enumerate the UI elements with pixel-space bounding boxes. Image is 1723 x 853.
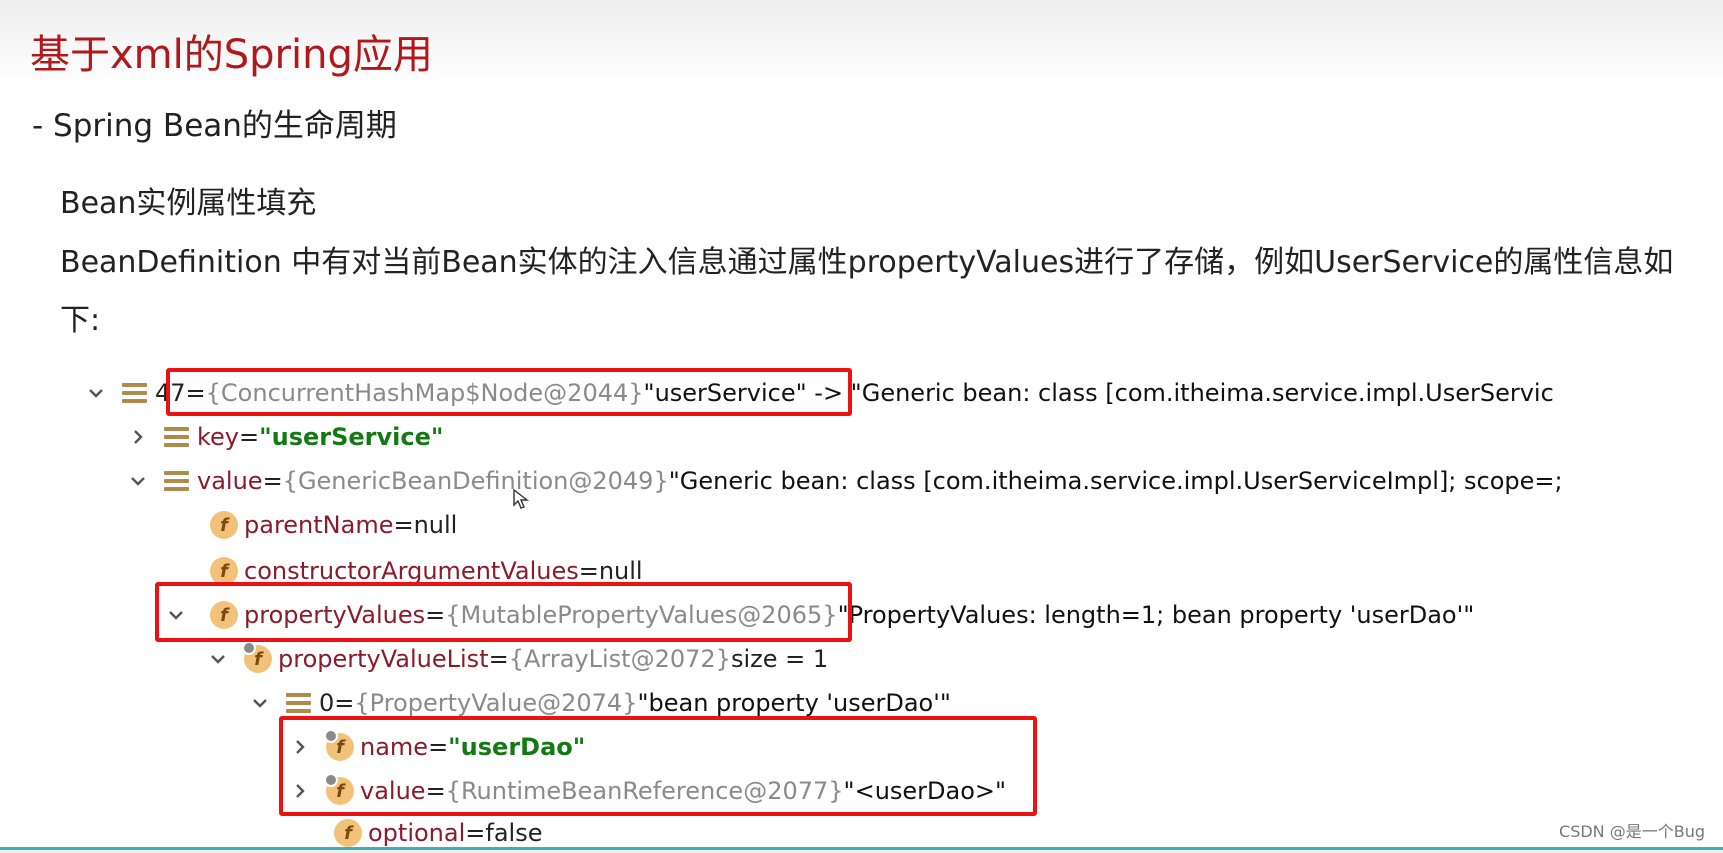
field-value: null <box>413 511 458 539</box>
field-type: {ArrayList@2072} <box>508 645 731 673</box>
element-value: "bean property 'userDao'" <box>637 689 951 717</box>
field-name: value <box>197 467 263 495</box>
field-name: constructorArgumentValues <box>244 557 579 585</box>
field-value: null <box>598 557 643 585</box>
tree-row-list-element[interactable]: 0 = {PropertyValue@2074} "bean property … <box>248 683 951 723</box>
object-icon <box>286 693 311 713</box>
tree-row-bean-reference[interactable]: f value = {RuntimeBeanReference@2077} "<… <box>288 771 1006 811</box>
field-name: optional <box>368 819 466 847</box>
section-heading: Bean实例属性填充 <box>60 186 317 221</box>
object-icon <box>164 427 189 447</box>
field-name: parentName <box>244 511 394 539</box>
equals-sign: = <box>465 819 486 847</box>
tree-row-map-node[interactable]: 47 = {ConcurrentHashMap$Node@2044} "user… <box>84 373 1554 413</box>
field-type: {GenericBeanDefinition@2049} <box>282 467 669 495</box>
field-string-value: "userDao" <box>448 733 586 761</box>
node-type: {ConcurrentHashMap$Node@2044} <box>205 379 644 407</box>
field-value: false <box>485 819 543 847</box>
field-name: name <box>360 733 429 761</box>
object-icon <box>164 471 189 491</box>
chevron-down-icon[interactable] <box>126 469 150 493</box>
field-icon: f <box>324 773 354 805</box>
chevron-right-icon[interactable] <box>288 735 312 759</box>
tree-row-key[interactable]: key = "userService" <box>126 417 443 457</box>
tree-row-constructor-args[interactable]: f constructorArgumentValues = null <box>210 551 643 591</box>
field-name: key <box>197 423 240 451</box>
field-type: {RuntimeBeanReference@2077} <box>445 777 844 805</box>
equals-sign: = <box>262 467 283 495</box>
element-type: {PropertyValue@2074} <box>354 689 638 717</box>
page-title: 基于xml的Spring应用 <box>30 32 433 78</box>
field-type: {MutablePropertyValues@2065} <box>445 601 838 629</box>
equals-sign: = <box>185 379 206 407</box>
chevron-right-icon[interactable] <box>288 779 312 803</box>
tree-row-name[interactable]: f name = "userDao" <box>288 727 585 767</box>
tree-row-property-value-list[interactable]: f propertyValueList = {ArrayList@2072} s… <box>206 639 828 679</box>
field-name: propertyValues <box>244 601 426 629</box>
tree-row-value[interactable]: value = {GenericBeanDefinition@2049} "Ge… <box>126 461 1563 501</box>
field-value: "PropertyValues: length=1; bean property… <box>837 601 1475 629</box>
field-icon: f <box>210 511 238 539</box>
element-index: 0 <box>319 689 335 717</box>
chevron-down-icon[interactable] <box>84 381 108 405</box>
field-icon: f <box>210 601 238 629</box>
chevron-down-icon[interactable] <box>248 691 272 715</box>
equals-sign: = <box>488 645 509 673</box>
field-icon: f <box>242 641 272 673</box>
chevron-down-icon[interactable] <box>206 647 230 671</box>
field-icon: f <box>210 557 238 585</box>
field-name: propertyValueList <box>278 645 489 673</box>
field-value: "<userDao>" <box>843 777 1007 805</box>
tree-row-parent-name[interactable]: f parentName = null <box>210 505 457 545</box>
field-icon: f <box>324 729 354 761</box>
equals-sign: = <box>425 777 446 805</box>
equals-sign: = <box>425 601 446 629</box>
field-value: "Generic bean: class [com.itheima.servic… <box>668 467 1563 495</box>
equals-sign: = <box>578 557 599 585</box>
equals-sign: = <box>428 733 449 761</box>
field-icon: f <box>334 819 362 847</box>
chevron-down-icon[interactable] <box>164 603 188 627</box>
chevron-right-icon[interactable] <box>126 425 150 449</box>
description-paragraph: BeanDefinition 中有对当前Bean实体的注入信息通过属性prope… <box>60 245 1674 338</box>
tree-row-property-values[interactable]: f propertyValues = {MutablePropertyValue… <box>164 595 1474 635</box>
equals-sign: = <box>334 689 355 717</box>
object-icon <box>122 383 147 403</box>
field-string-value: "userService" <box>259 423 444 451</box>
section-subtitle: - Spring Bean的生命周期 <box>32 108 397 144</box>
watermark: CSDN @是一个Bug <box>1559 822 1705 841</box>
equals-sign: = <box>393 511 414 539</box>
equals-sign: = <box>239 423 260 451</box>
field-value: size = 1 <box>730 645 829 673</box>
node-value: "userService" -> "Generic bean: class [c… <box>643 379 1554 407</box>
field-name: value <box>360 777 426 805</box>
mouse-cursor-icon <box>513 488 530 509</box>
node-index: 47 <box>155 379 186 407</box>
